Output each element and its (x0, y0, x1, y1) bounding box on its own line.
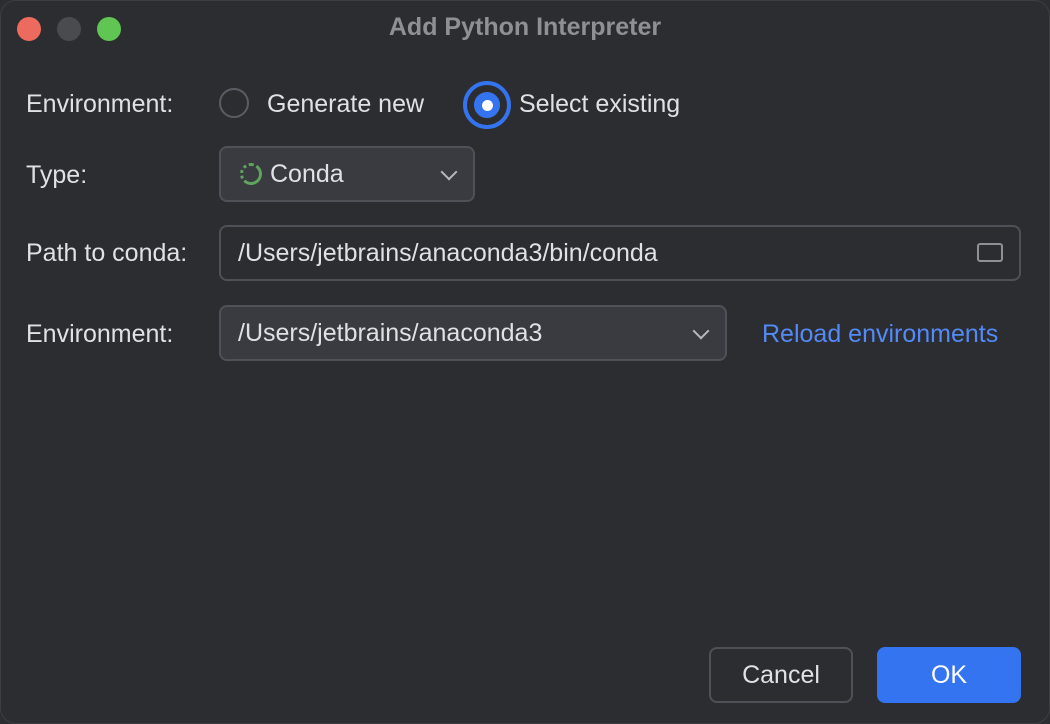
path-value: /Users/jetbrains/anaconda3/bin/conda (238, 239, 658, 268)
path-label: Path to conda: (26, 239, 187, 268)
chevron-down-icon (441, 164, 458, 181)
reload-environments-link[interactable]: Reload environments (762, 320, 998, 349)
environment-mode-label: Environment: (26, 90, 173, 119)
type-dropdown[interactable]: Conda (219, 146, 475, 202)
environment-dropdown[interactable]: /Users/jetbrains/anaconda3 (219, 305, 727, 361)
radio-select-existing-label[interactable]: Select existing (519, 90, 680, 119)
conda-icon (240, 163, 262, 185)
radio-generate-new[interactable] (219, 88, 249, 118)
environment-label: Environment: (26, 320, 173, 349)
cancel-button[interactable]: Cancel (709, 647, 853, 703)
environment-value: /Users/jetbrains/anaconda3 (238, 319, 542, 348)
folder-icon[interactable] (977, 243, 1003, 262)
chevron-down-icon (693, 323, 710, 340)
window-title: Add Python Interpreter (1, 13, 1049, 42)
ok-button[interactable]: OK (877, 647, 1021, 703)
path-input[interactable]: /Users/jetbrains/anaconda3/bin/conda (219, 225, 1021, 281)
radio-select-existing[interactable] (463, 81, 511, 129)
type-value: Conda (270, 160, 344, 189)
dialog-window: Add Python Interpreter Environment: Gene… (0, 0, 1050, 724)
type-label: Type: (26, 161, 87, 190)
radio-generate-new-label[interactable]: Generate new (267, 90, 424, 119)
